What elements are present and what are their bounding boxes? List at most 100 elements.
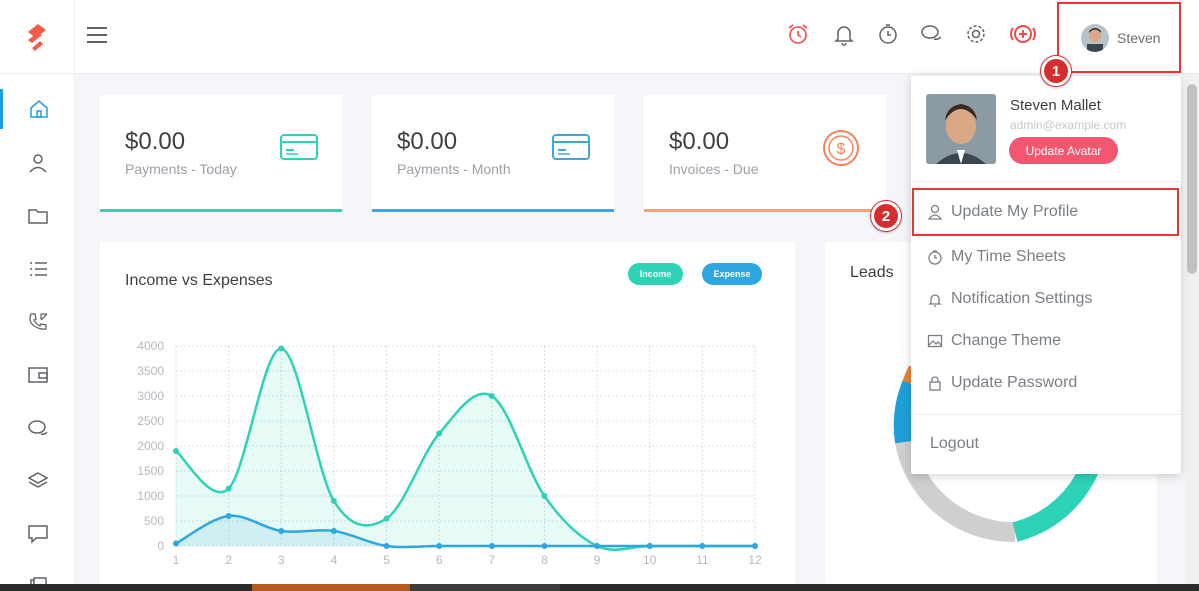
y-tick-label: 4000: [137, 339, 164, 353]
y-tick-label: 1500: [137, 464, 164, 478]
data-point: [594, 543, 601, 549]
stat-amount: $0.00: [669, 128, 730, 155]
data-point: [541, 493, 548, 499]
x-tick-label: 4: [331, 553, 338, 567]
menu-item-logout[interactable]: Logout: [911, 423, 1181, 465]
x-tick-label: 9: [594, 553, 601, 567]
sidebar-item-messages[interactable]: [0, 408, 75, 448]
taskbar-item[interactable]: [410, 584, 560, 591]
user-icon: [927, 204, 943, 220]
menu-item-label: Update My Profile: [951, 203, 1079, 220]
income-expense-chart: 050010001500200025003000350040001 2 3 4 5 6 7 8…: [137, 339, 762, 567]
chat-icon: [27, 420, 48, 435]
menu-item-time-sheets[interactable]: My Time Sheets: [911, 236, 1181, 278]
x-tick-label: 11: [696, 553, 709, 567]
top-bar: Steven: [0, 0, 1199, 74]
sidebar-item-billing[interactable]: [0, 355, 75, 395]
x-tick-label: 10: [643, 553, 657, 567]
timer-button[interactable]: [875, 20, 901, 48]
profile-email: admin@example.com: [1010, 118, 1127, 132]
logo-icon: [28, 24, 46, 51]
menu-toggle-button[interactable]: [86, 24, 108, 46]
data-point: [541, 543, 548, 549]
data-point: [173, 540, 179, 547]
y-tick-label: 3500: [137, 364, 164, 378]
menu-item-update-profile[interactable]: Update My Profile: [912, 188, 1179, 236]
sidebar-item-projects[interactable]: [0, 196, 75, 236]
x-tick-label: 3: [278, 553, 285, 567]
x-tick-label: 1: [173, 553, 180, 567]
menu-item-change-theme[interactable]: Change Theme: [911, 320, 1181, 362]
x-tick-label: 2: [225, 553, 232, 567]
stopwatch-icon: [879, 24, 897, 44]
data-point: [488, 393, 495, 399]
x-tick-label: 7: [488, 553, 495, 567]
folder-icon: [27, 209, 48, 224]
profile-dropdown: Steven Mallet admin@example.com Update A…: [911, 76, 1181, 474]
sidebar-item-layers[interactable]: [0, 461, 75, 501]
bell-icon: [834, 26, 854, 46]
data-point: [699, 543, 706, 549]
data-point: [752, 543, 758, 549]
menu-item-notification-settings[interactable]: Notification Settings: [911, 278, 1181, 320]
data-point: [173, 448, 179, 454]
stat-card-payments-today: $0.00 Payments - Today: [100, 95, 342, 212]
user-name: Steven: [1117, 29, 1161, 46]
page-scrollbar[interactable]: [1185, 74, 1199, 591]
data-point: [278, 528, 285, 534]
data-point: [330, 498, 337, 504]
sidebar-item-tasks[interactable]: [0, 249, 75, 289]
bell-icon: [928, 294, 942, 307]
data-point: [646, 543, 653, 549]
stat-amount: $0.00: [125, 128, 186, 155]
menu-divider: [911, 414, 1181, 415]
data-point: [225, 485, 232, 492]
credit-card-icon: [552, 133, 590, 166]
sidebar-item-clients[interactable]: [0, 143, 75, 183]
menu-item-label: Change Theme: [951, 332, 1061, 349]
home-icon: [30, 100, 48, 118]
svg-text:$: $: [837, 141, 846, 158]
stat-accent-bar: [100, 209, 342, 212]
support-chat-icon: [27, 525, 48, 544]
income-expense-chart-card: Income vs Expenses Income Expense 0 500 10…: [100, 242, 795, 591]
image-icon: [927, 334, 943, 348]
data-point: [488, 543, 495, 549]
menu-item-label: Update Password: [951, 374, 1078, 391]
layers-icon: [26, 472, 49, 488]
y-tick-label: 0: [157, 539, 164, 553]
scrollbar-thumb[interactable]: [1187, 84, 1197, 274]
wallet-icon: [27, 367, 48, 383]
profile-photo: [926, 94, 996, 164]
taskbar-item[interactable]: [252, 584, 410, 591]
update-avatar-button[interactable]: Update Avatar: [1009, 137, 1118, 164]
y-tick-label: 2500: [137, 414, 164, 428]
notifications-button[interactable]: [831, 20, 857, 48]
messages-button[interactable]: [919, 20, 945, 48]
annotation-marker-1: 1: [1041, 56, 1071, 86]
y-tick-label: 2000: [137, 439, 164, 453]
reminders-button[interactable]: [785, 20, 811, 48]
y-tick-label: 3000: [137, 389, 164, 403]
y-tick-label: 1000: [137, 489, 164, 503]
stat-label: Payments - Month: [397, 161, 511, 177]
sidebar-item-support[interactable]: [0, 514, 75, 554]
menu-item-update-password[interactable]: Update Password: [911, 362, 1181, 404]
user-menu-button[interactable]: Steven: [1057, 2, 1181, 73]
sidebar-item-leads[interactable]: [0, 302, 75, 342]
data-point: [225, 513, 232, 519]
stat-accent-bar: [372, 209, 614, 212]
sidebar-item-home[interactable]: [0, 89, 75, 129]
app-logo[interactable]: [0, 0, 75, 74]
stat-card-payments-month: $0.00 Payments - Month: [372, 95, 614, 212]
users-icon: [28, 154, 47, 173]
settings-button[interactable]: [963, 20, 989, 48]
x-tick-label: 5: [383, 553, 390, 567]
lock-icon: [929, 376, 941, 391]
sidebar: [0, 74, 75, 591]
phone-incoming-icon: [28, 313, 47, 330]
quick-add-button[interactable]: [1008, 20, 1038, 48]
stat-label: Invoices - Due: [669, 161, 759, 177]
x-tick-label: 8: [541, 553, 548, 567]
menu-item-label: Logout: [930, 435, 979, 452]
